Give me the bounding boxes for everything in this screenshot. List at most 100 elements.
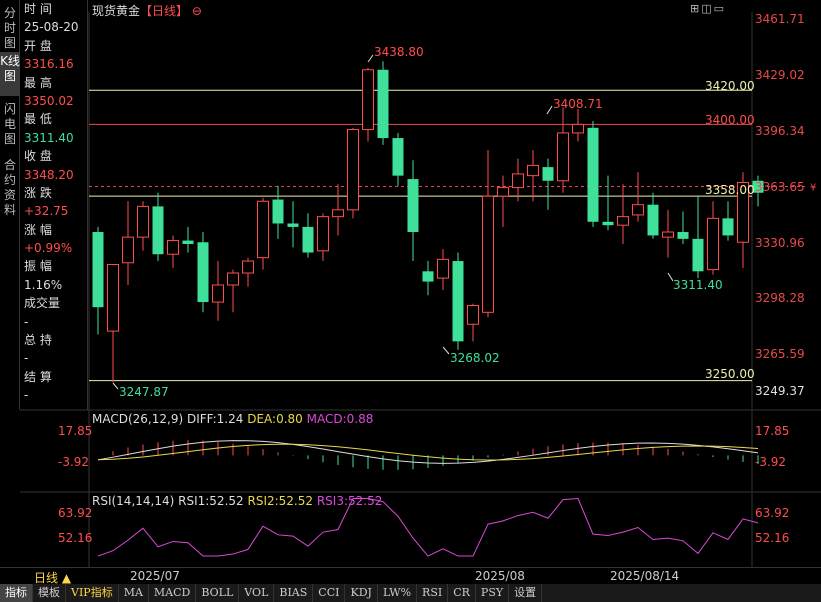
price-axis-label: 3249.37 xyxy=(755,384,805,398)
tab-bias[interactable]: BIAS xyxy=(274,584,314,602)
chart-title: 现货黄金【日线】 ⊖ xyxy=(92,2,202,19)
candle-body xyxy=(542,167,554,181)
candle-body xyxy=(92,232,104,308)
tab-rsi[interactable]: RSI xyxy=(417,584,449,602)
candle-body xyxy=(647,204,659,236)
hline-label: 3358.00 xyxy=(705,183,755,197)
candle-body xyxy=(527,164,539,177)
price-axis-label: 3429.02 xyxy=(755,68,805,82)
candle-body xyxy=(512,173,524,189)
rsi-axis-top-right: 63.92 xyxy=(755,506,790,520)
macd-value: MACD:0.88 xyxy=(306,412,374,426)
hline-label: 3400.00 xyxy=(705,113,755,127)
candle-body xyxy=(617,216,629,226)
rsi-axis-top: 63.92 xyxy=(58,506,93,520)
candle-body xyxy=(212,284,224,303)
price-axis-label: 3461.71 xyxy=(755,12,805,26)
instrument-name: 现货黄金 xyxy=(92,4,141,18)
tab-cci[interactable]: CCI xyxy=(313,584,346,602)
tab-macd[interactable]: MACD xyxy=(149,584,197,602)
price-axis-label: 3330.96 xyxy=(755,236,805,250)
candle-body xyxy=(392,138,404,176)
date-label: 2025/07 xyxy=(130,569,180,583)
candle-body xyxy=(482,195,494,313)
candle-body xyxy=(557,132,569,182)
tab-lw[interactable]: LW% xyxy=(378,584,418,602)
low-annotation: 3268.02 xyxy=(450,351,500,365)
tab-vip-indicators[interactable]: VIP指标 xyxy=(66,584,119,602)
candle-body xyxy=(122,236,134,264)
hline-label: 3420.00 xyxy=(705,79,755,93)
candle-body xyxy=(137,205,149,238)
candle-body xyxy=(467,304,479,325)
settings-icon[interactable]: ⊖ xyxy=(192,4,202,18)
candle-body xyxy=(632,204,644,216)
high-marker xyxy=(367,54,374,63)
current-price-marker: ¥ xyxy=(810,183,816,194)
candle-body xyxy=(422,271,434,282)
rsi-axis-bottom: 52.16 xyxy=(58,531,93,545)
tab-boll[interactable]: BOLL xyxy=(196,584,240,602)
candle-body xyxy=(152,206,164,255)
candle-body xyxy=(287,223,299,227)
rsi-params: RSI(14,14,14) xyxy=(92,494,175,508)
candle-body xyxy=(587,127,599,222)
high-annotation: 3408.71 xyxy=(553,97,603,111)
candle-body xyxy=(167,240,179,255)
time-axis: 日线 ▲ 2025/07 2025/08 2025/08/14 xyxy=(0,567,821,585)
macd-dea: DEA:0.80 xyxy=(247,412,303,426)
macd-diff: DIFF:1.24 xyxy=(186,412,244,426)
candle-body xyxy=(437,258,449,279)
high-marker xyxy=(546,105,553,115)
chart-window-controls[interactable]: ⊞◫▭ xyxy=(690,2,726,15)
candle-body xyxy=(317,216,329,252)
macd-axis-bottom: -3.92 xyxy=(58,455,90,469)
date-label: 2025/08 xyxy=(475,569,525,583)
candle-body xyxy=(692,238,704,272)
tab-templates[interactable]: 模板 xyxy=(33,584,66,602)
high-annotation: 3438.80 xyxy=(374,45,424,59)
candle-body xyxy=(677,232,689,239)
rsi-title: RSI(14,14,14) RSI1:52.52 RSI2:52.52 RSI3… xyxy=(92,494,382,508)
price-axis-label: 3298.28 xyxy=(755,291,805,305)
macd-axis-bottom-right: -3.92 xyxy=(755,455,787,469)
candle-body xyxy=(602,221,614,226)
low-annotation: 3247.87 xyxy=(119,385,169,399)
candle-body xyxy=(377,69,389,139)
candle-body xyxy=(572,123,584,134)
low-marker xyxy=(112,382,119,390)
low-marker xyxy=(442,346,450,355)
candle-body xyxy=(332,209,344,218)
hline-label: 3250.00 xyxy=(705,367,755,381)
price-axis-label: 3396.34 xyxy=(755,124,805,138)
tab-psy[interactable]: PSY xyxy=(476,584,510,602)
macd-axis-top: 17.85 xyxy=(58,424,93,438)
period-label: 【日线】 xyxy=(140,4,189,18)
tab-ma[interactable]: MA xyxy=(119,584,149,602)
low-annotation: 3311.40 xyxy=(673,278,723,292)
candle-body xyxy=(107,263,119,332)
candle-body xyxy=(662,231,674,238)
tab-cr[interactable]: CR xyxy=(448,584,476,602)
rsi-axis-bottom-right: 52.16 xyxy=(755,531,790,545)
tab-vol[interactable]: VOL xyxy=(239,584,275,602)
candle-body xyxy=(407,179,419,233)
macd-params: MACD(26,12,9) xyxy=(92,412,184,426)
tab-indicators[interactable]: 指标 xyxy=(0,584,33,602)
candle-body xyxy=(347,129,359,211)
candle-body xyxy=(722,218,734,236)
candle-body xyxy=(707,217,719,271)
tab-settings[interactable]: 设置 xyxy=(509,584,543,602)
tab-kdj[interactable]: KDJ xyxy=(345,584,378,602)
candle-body xyxy=(182,240,194,244)
rsi3-value: RSI3:52.52 xyxy=(316,494,383,508)
indicator-tabs: 指标 模板 VIP指标 MA MACD BOLL VOL BIAS CCI KD… xyxy=(0,584,821,602)
candle-body xyxy=(227,272,239,286)
rsi2-value: RSI2:52.52 xyxy=(247,494,314,508)
price-axis-label: 3265.59 xyxy=(755,347,805,361)
rsi1-value: RSI1:52.52 xyxy=(178,494,244,508)
candle-body xyxy=(302,226,314,253)
candle-body xyxy=(497,187,509,197)
price-axis-label: 3363.65 xyxy=(755,180,805,194)
date-label: 2025/08/14 xyxy=(610,569,680,583)
